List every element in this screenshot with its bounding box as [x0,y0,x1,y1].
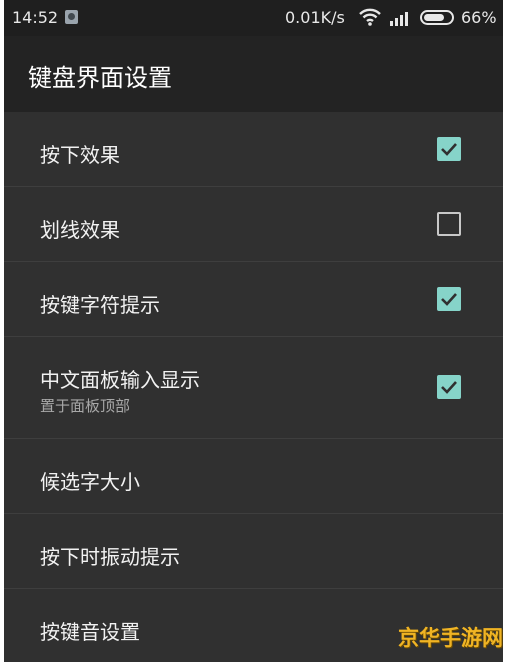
battery-percent: 66% [461,8,497,27]
setting-label: 按键音设置 [40,620,140,644]
status-bar: 14:52 0.01K/s 66% [4,0,503,36]
setting-key-char-hint[interactable]: 按键字符提示 [4,262,503,337]
phone-screen: 14:52 0.01K/s 66% 键盘界面设置 按下效果 划线效果 按键字符提… [4,0,503,662]
page-title: 键盘界面设置 [28,64,172,92]
press-effect-checkbox[interactable] [437,137,461,161]
setting-press-effect[interactable]: 按下效果 [4,112,503,187]
key-char-hint-checkbox[interactable] [437,287,461,311]
setting-label: 按下效果 [40,143,120,167]
setting-swipe-effect[interactable]: 划线效果 [4,187,503,262]
signal-icon [388,9,414,31]
setting-label: 划线效果 [40,218,120,242]
battery-icon [420,10,454,25]
wifi-icon [358,7,382,31]
setting-chinese-panel-input[interactable]: 中文面板输入显示 置于面板顶部 [4,337,503,439]
chinese-panel-input-checkbox[interactable] [437,375,461,399]
setting-vibrate-on-press[interactable]: 按下时振动提示 [4,514,503,589]
setting-label: 按下时振动提示 [40,545,180,569]
settings-list: 按下效果 划线效果 按键字符提示 中文面板输入显示 置于面板顶部 候选字大小 按… [4,112,503,662]
setting-label: 候选字大小 [40,470,140,494]
status-time: 14:52 [12,8,59,27]
app-icon [65,10,78,24]
setting-label: 按键字符提示 [40,293,160,317]
network-speed: 0.01K/s [285,8,345,27]
setting-label: 中文面板输入显示 [40,368,200,392]
swipe-effect-checkbox[interactable] [437,212,461,236]
watermark: 京华手游网 [398,626,503,650]
setting-candidate-size[interactable]: 候选字大小 [4,439,503,514]
setting-sublabel: 置于面板顶部 [40,397,131,415]
title-bar: 键盘界面设置 [4,36,503,112]
